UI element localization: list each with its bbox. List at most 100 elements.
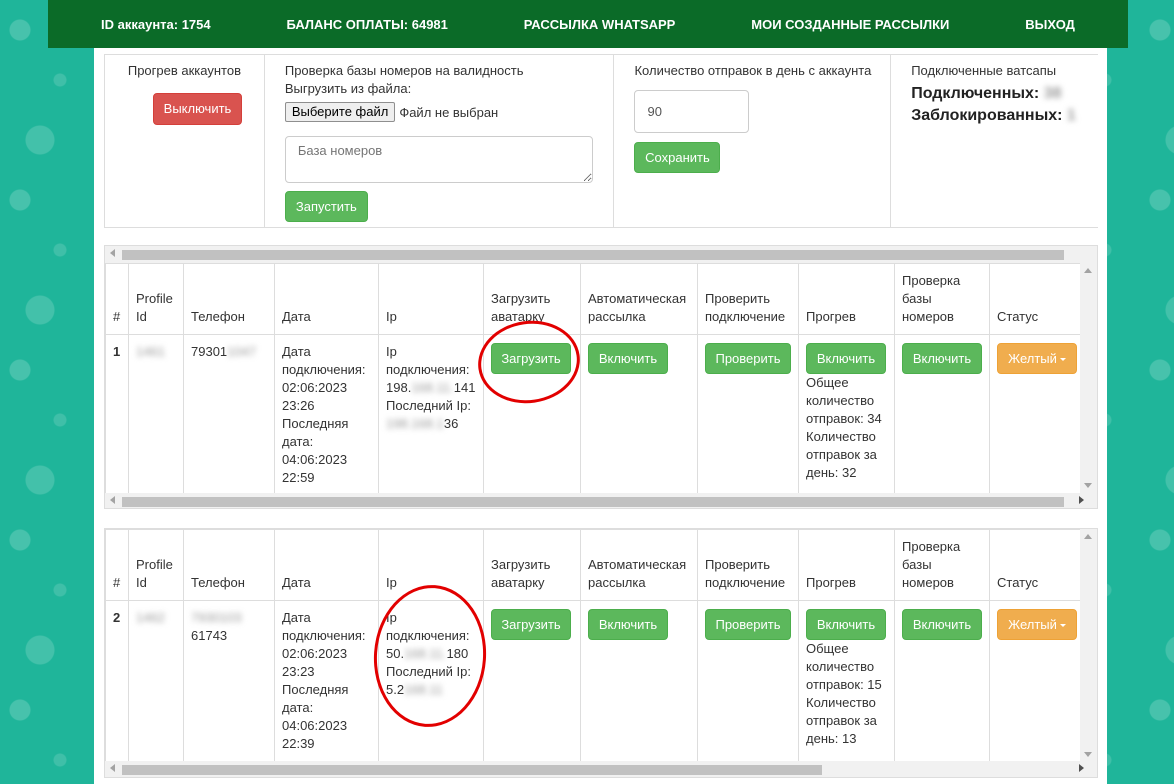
header-check-base: Проверка базы номеров [894,263,990,335]
ip1-blurred: 168.11. [404,646,447,661]
ips: Ip подключения: 50.168.11.180 Последний … [378,600,484,762]
account-table-2: # Profile Id Телефон Дата Ip Загрузить а… [104,528,1098,778]
header-auto-mailing: Автоматическая рассылка [580,529,698,601]
enable-warmup-button[interactable]: Включить [806,609,886,640]
header-check-base: Проверка базы номеров [894,529,990,601]
check-connection-button[interactable]: Проверить [705,343,791,374]
header-date: Дата [274,263,379,335]
check-connection-button[interactable]: Проверить [705,609,791,640]
top-navbar: ID аккаунта: 1754 БАЛАНС ОПЛАТЫ: 64981 Р… [48,0,1128,48]
header-profile-id: Profile Id [128,529,184,601]
status-cell: Желтый [989,334,1085,496]
header-avatar: Загрузить аватарку [483,529,581,601]
warmup-toggle-button[interactable]: Выключить [153,93,242,125]
content-sheet: Прогрев аккаунтов Выключить Проверка баз… [94,48,1107,784]
table-row: 2 1462 7930103 61743 Дата подключения: 02… [105,600,1085,762]
ip1-end: 180 [446,646,469,661]
warmup-stats: Общее количество отправок: 15 Количество… [806,641,882,746]
upload-avatar-button[interactable]: Загрузить [491,343,571,374]
scroll-down-icon[interactable] [1084,752,1092,757]
save-limit-button[interactable]: Сохранить [634,142,721,173]
horizontal-scrollbar-bottom[interactable] [105,493,1097,508]
header-num: # [105,263,129,335]
status-dropdown[interactable]: Желтый [997,343,1077,374]
scroll-left-icon[interactable] [110,496,115,504]
scroll-left-icon[interactable] [110,764,115,772]
upload-avatar-button[interactable]: Загрузить [491,609,571,640]
phone-visible: 61743 [191,628,228,643]
header-ip: Ip [378,529,484,601]
header-status: Статус [989,529,1085,601]
profile-id: 1461 [128,334,184,496]
ip1-start: 198. [386,380,412,395]
nav-link-my-mailings[interactable]: МОИ СОЗДАННЫЕ РАССЫЛКИ [751,17,949,32]
vertical-scrollbar[interactable] [1080,263,1097,493]
scroll-right-icon[interactable] [1079,496,1084,504]
phone-blurred: 7930103 [191,610,242,625]
header-avatar: Загрузить аватарку [483,263,581,335]
status-dropdown[interactable]: Желтый [997,609,1077,640]
connected-label: Подключенных: [911,85,1040,102]
accounts-table: # Profile Id Телефон Дата Ip Загрузить а… [105,529,1085,762]
ip2-end: 36 [443,416,459,431]
nav-link-whatsapp-mailing[interactable]: РАССЫЛКА WHATSAPP [524,17,676,32]
blocked-count: Заблокированных: 1 [911,107,1076,125]
run-validation-button[interactable]: Запустить [284,191,368,222]
scroll-thumb[interactable] [122,250,1064,260]
warmup-settings: Прогрев аккаунтов Выключить [105,55,265,227]
header-check-connection: Проверить подключение [697,529,799,601]
profile-id-value: 1461 [136,344,165,359]
row-num: 1 [105,334,129,496]
profile-id-value: 1462 [136,610,165,625]
ip1-start: 50. [386,646,405,661]
header-warmup: Прогрев [798,529,895,601]
warmup-cell: Включить Общее количество отправок: 34 К… [798,334,895,496]
status-cell: Желтый [989,600,1085,762]
scroll-left-icon[interactable] [110,249,115,257]
dates: Дата подключения: 02:06:2023 23:26 После… [274,334,379,496]
connected-value: 38 [1043,85,1062,102]
nav-link-logout[interactable]: ВЫХОД [1025,17,1075,32]
ips: Ip подключения: 198.168.11.141 Последний… [378,334,484,496]
vertical-scrollbar[interactable] [1080,529,1097,762]
horizontal-scrollbar[interactable] [105,246,1097,263]
upload-label: Выгрузить из файла: [284,81,412,96]
header-phone: Телефон [183,529,275,601]
scroll-up-icon[interactable] [1084,268,1092,273]
connected-title: Подключенные ватсапы [911,63,1057,78]
phone-visible: 79301 [191,344,228,359]
ip-connection-label: Ip подключения: [386,344,470,377]
validation-title: Проверка базы номеров на валидность [284,63,524,78]
enable-auto-mailing-button[interactable]: Включить [588,343,668,374]
header-warmup: Прогрев [798,263,895,335]
check-connection-cell: Проверить [697,600,799,762]
enable-auto-mailing-button[interactable]: Включить [588,609,668,640]
warmup-title: Прогрев аккаунтов [127,63,241,78]
check-connection-cell: Проверить [697,334,799,496]
numbers-base-textarea[interactable] [284,136,593,183]
blocked-value: 1 [1066,107,1076,124]
choose-file-button[interactable]: Выберите файл [284,102,396,122]
account-id-label: ID аккаунта: 1754 [101,16,211,32]
account-table-1: # Profile Id Телефон Дата Ip Загрузить а… [104,245,1098,509]
enable-warmup-button[interactable]: Включить [806,343,886,374]
daily-limit-input[interactable]: 90 [634,90,750,133]
scroll-up-icon[interactable] [1084,534,1092,539]
scroll-thumb[interactable] [122,497,1064,507]
check-base-cell: Включить [894,600,990,762]
accounts-table: # Profile Id Телефон Дата Ip Загрузить а… [105,263,1085,496]
blocked-label: Заблокированных: [911,107,1063,124]
scroll-down-icon[interactable] [1084,483,1092,488]
header-num: # [105,529,129,601]
auto-mailing-cell: Включить [580,600,698,762]
header-check-connection: Проверить подключение [697,263,799,335]
enable-check-base-button[interactable]: Включить [902,343,982,374]
horizontal-scrollbar-bottom[interactable] [105,761,1097,777]
scroll-right-icon[interactable] [1079,764,1084,772]
dates: Дата подключения: 02:06:2023 23:23 После… [274,600,379,762]
scroll-thumb[interactable] [122,765,822,775]
header-ip: Ip [378,263,484,335]
enable-check-base-button[interactable]: Включить [902,609,982,640]
status-label: Желтый [1008,617,1057,632]
table-row: 1 1461 793011047 Дата подключения: 02:06… [105,334,1085,496]
